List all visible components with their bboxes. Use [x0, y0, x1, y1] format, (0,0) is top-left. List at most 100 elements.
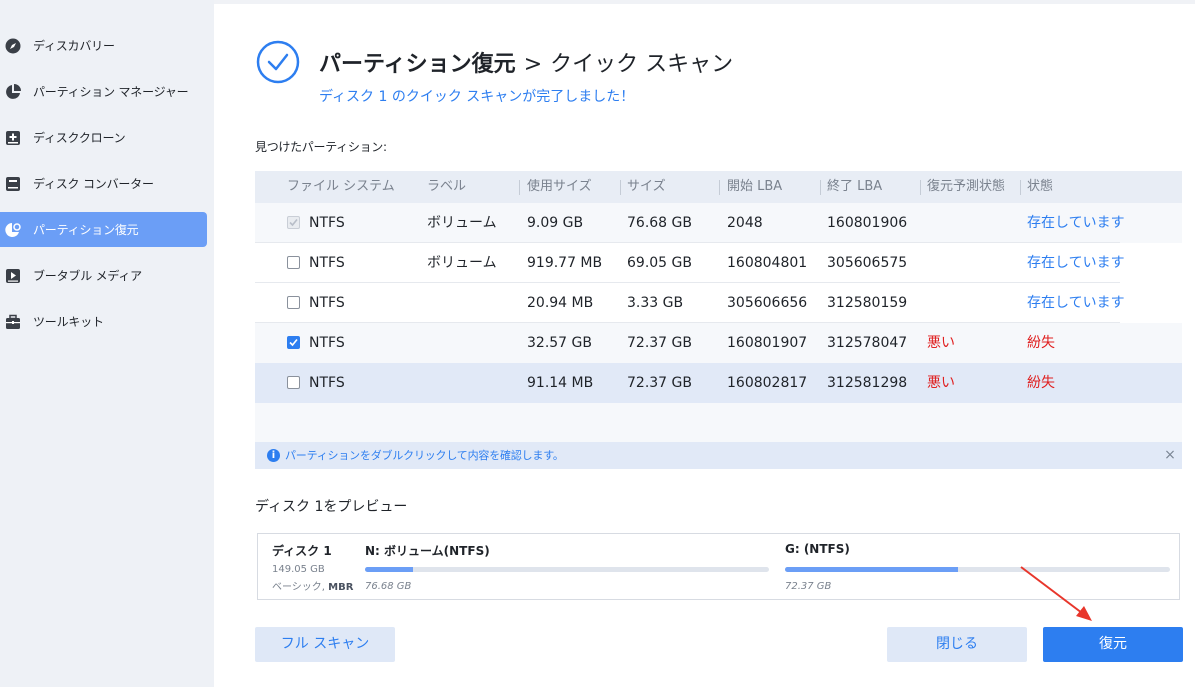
cell-end-lba: 160801906	[827, 215, 908, 231]
preview-title: ディスク 1をプレビュー	[255, 499, 408, 515]
table-row[interactable]: NTFS 91.14 MB 72.37 GB 160802817 3125812…	[255, 363, 1182, 403]
column-header-end-lba[interactable]: 終了 LBA	[827, 171, 882, 203]
disk-size: 149.05 GB	[272, 564, 325, 575]
sidebar-item-label: ディスククローン	[33, 131, 126, 145]
table-row[interactable]: NTFS ボリューム 919.77 MB 69.05 GB 160804801 …	[255, 243, 1182, 283]
cell-size: 69.05 GB	[627, 255, 692, 271]
info-text: パーティションをダブルクリックして内容を確認します。	[285, 449, 564, 462]
sidebar-item-label: ツールキット	[33, 315, 104, 329]
table-header: ファイル システム ラベル 使用サイズ サイズ 開始 LBA 終了 LBA 復元…	[255, 171, 1182, 203]
info-bar: i パーティションをダブルクリックして内容を確認します。 ×	[255, 442, 1182, 469]
table-row[interactable]: NTFS ボリューム 9.09 GB 76.68 GB 2048 1608019…	[255, 203, 1182, 243]
cell-label: ボリューム	[427, 215, 497, 231]
table-row[interactable]: NTFS 32.57 GB 72.37 GB 160801907 3125780…	[255, 323, 1182, 363]
sidebar-item-label: ディスク コンバーター	[33, 177, 154, 191]
disk-type-scheme: MBR	[328, 582, 354, 593]
column-header-status[interactable]: 状態	[1027, 171, 1053, 203]
column-header-label[interactable]: ラベル	[427, 171, 466, 203]
row-checkbox[interactable]	[287, 376, 300, 389]
cell-used-size: 91.14 MB	[527, 375, 594, 391]
cell-filesystem: NTFS	[309, 255, 345, 271]
column-divider[interactable]	[1020, 180, 1021, 195]
sidebar-item-label: ディスカバリー	[33, 39, 115, 53]
check-circle-icon	[256, 40, 300, 84]
sidebar-item-label: ブータブル メディア	[33, 269, 142, 283]
partition-size: 72.37 GB	[785, 581, 832, 592]
row-checkbox[interactable]	[287, 296, 300, 309]
top-band	[214, 0, 1195, 4]
title-separator: >	[523, 52, 543, 77]
cell-end-lba: 312578047	[827, 335, 908, 351]
cell-label: ボリューム	[427, 255, 497, 271]
disk-type: ベーシック, MBR	[272, 578, 353, 593]
sidebar-item-label: パーティション復元	[33, 223, 139, 237]
cell-prediction: 悪い	[927, 335, 955, 351]
partition-usage-fill	[785, 567, 959, 572]
sidebar-item-partition-manager[interactable]: パーティション マネージャー	[0, 74, 207, 109]
sidebar-item-discovery[interactable]: ディスカバリー	[0, 28, 207, 63]
pie-chart-icon	[4, 83, 22, 101]
cell-used-size: 9.09 GB	[527, 215, 584, 231]
row-checkbox[interactable]	[287, 336, 300, 349]
cell-start-lba: 160804801	[727, 255, 808, 271]
info-icon: i	[267, 449, 280, 462]
title-main: パーティション復元	[319, 52, 516, 77]
annotation-arrow	[1020, 566, 1092, 621]
recover-button[interactable]: 復元	[1043, 627, 1183, 662]
cell-end-lba: 312580159	[827, 295, 908, 311]
cell-status: 存在しています	[1027, 215, 1125, 231]
scan-complete-message: ディスク 1 のクイック スキャンが完了しました！	[319, 89, 635, 105]
sidebar: ディスカバリー パーティション マネージャー ディスククローン ディスク コンバ…	[0, 0, 214, 687]
page-title: パーティション復元 > クイック スキャン	[319, 46, 733, 78]
column-header-filesystem[interactable]: ファイル システム	[287, 171, 395, 203]
partition-recovery-icon	[4, 221, 22, 239]
close-button[interactable]: 閉じる	[887, 627, 1027, 662]
partition-name: G: (NTFS)	[785, 542, 850, 556]
column-divider[interactable]	[820, 180, 821, 195]
sidebar-item-bootable-media[interactable]: ブータブル メディア	[0, 258, 207, 293]
column-header-used-size[interactable]: 使用サイズ	[527, 171, 592, 203]
found-partitions-label: 見つけたパーティション:	[255, 140, 387, 154]
sidebar-item-toolkit[interactable]: ツールキット	[0, 304, 207, 339]
column-header-prediction[interactable]: 復元予測状態	[927, 171, 1005, 203]
cell-filesystem: NTFS	[309, 375, 345, 391]
cell-size: 3.33 GB	[627, 295, 684, 311]
cell-status: 存在しています	[1027, 295, 1125, 311]
partition-size: 76.68 GB	[365, 581, 412, 592]
column-divider[interactable]	[719, 180, 720, 195]
partition-usage-bar[interactable]	[785, 567, 1170, 572]
column-header-start-lba[interactable]: 開始 LBA	[727, 171, 782, 203]
title-sub: クイック スキャン	[550, 52, 734, 77]
sidebar-item-disk-clone[interactable]: ディスククローン	[0, 120, 207, 155]
cell-end-lba: 305606575	[827, 255, 908, 271]
main-panel: パーティション復元 > クイック スキャン ディスク 1 のクイック スキャンが完了…	[214, 0, 1195, 687]
table-row[interactable]: NTFS 20.94 MB 3.33 GB 305606656 31258015…	[255, 283, 1182, 323]
column-divider[interactable]	[519, 180, 520, 195]
cell-status: 紛失	[1027, 335, 1055, 351]
disk-plus-icon	[4, 129, 22, 147]
partition-usage-bar[interactable]	[365, 567, 769, 572]
cell-status: 紛失	[1027, 375, 1055, 391]
column-divider[interactable]	[620, 180, 621, 195]
column-header-size[interactable]: サイズ	[627, 171, 666, 203]
partition-table: ファイル システム ラベル 使用サイズ サイズ 開始 LBA 終了 LBA 復元…	[255, 171, 1182, 442]
sidebar-item-partition-recovery[interactable]: パーティション復元	[0, 212, 207, 247]
full-scan-button[interactable]: フル スキャン	[255, 627, 395, 662]
disk-type-prefix: ベーシック,	[272, 582, 329, 593]
cell-start-lba: 160801907	[727, 335, 808, 351]
cell-used-size: 919.77 MB	[527, 255, 603, 271]
cell-status: 存在しています	[1027, 255, 1125, 271]
column-divider[interactable]	[920, 180, 921, 195]
row-checkbox[interactable]	[287, 256, 300, 269]
cell-size: 76.68 GB	[627, 215, 692, 231]
partition-usage-fill	[365, 567, 414, 572]
toolbox-icon	[4, 313, 22, 331]
cell-filesystem: NTFS	[309, 215, 345, 231]
close-icon[interactable]: ×	[1162, 442, 1178, 469]
cell-filesystem: NTFS	[309, 295, 345, 311]
sidebar-item-disk-converter[interactable]: ディスク コンバーター	[0, 166, 207, 201]
cell-start-lba: 160802817	[727, 375, 808, 391]
sidebar-item-label: パーティション マネージャー	[33, 85, 189, 99]
row-checkbox	[287, 216, 300, 229]
disk-icon	[4, 175, 22, 193]
